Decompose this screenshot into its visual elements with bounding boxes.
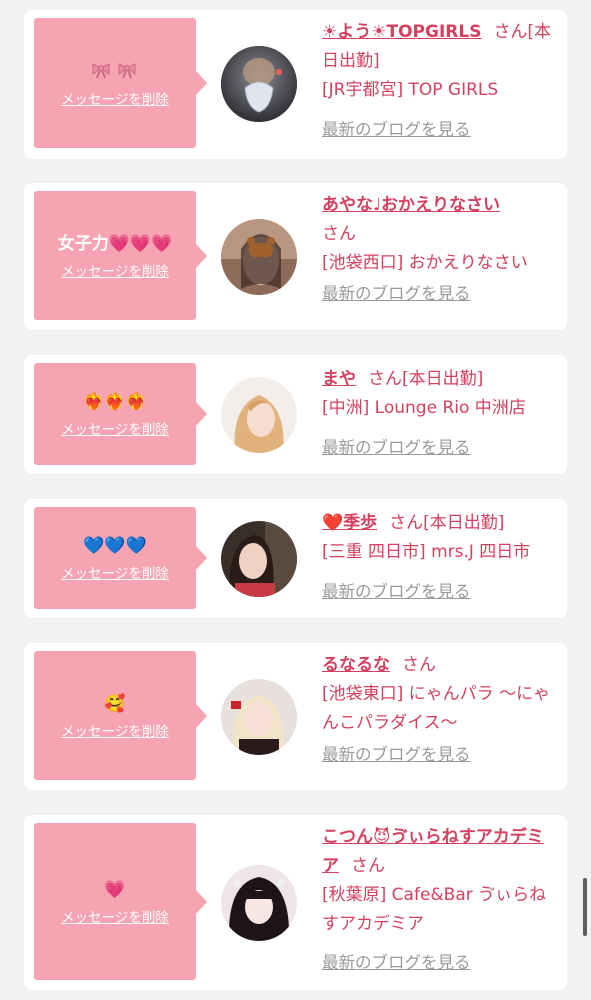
- favorite-card: 💗 メッセージを削除 こつん😈ゔぃらねすアカデミア さん [秋葉原] Cafe&B…: [24, 815, 567, 990]
- avatar[interactable]: [221, 377, 297, 453]
- scrollbar[interactable]: [583, 878, 587, 936]
- delete-message-link[interactable]: メッセージを削除: [61, 720, 169, 740]
- message-bubble: ❤️‍🔥❤️‍🔥❤️‍🔥 メッセージを削除: [34, 363, 207, 465]
- message-text: 女子力💗💗💗: [57, 233, 173, 254]
- message-bubble: 💙💙💙 メッセージを削除: [34, 507, 207, 609]
- latest-blog-link[interactable]: 最新のブログを見る: [322, 948, 471, 977]
- cast-info: まや さん[本日出勤] [中洲] Lounge Rio 中洲店 最新のブログを見る: [322, 365, 559, 463]
- delete-message-link[interactable]: メッセージを削除: [61, 906, 169, 926]
- message-emoji: [89, 58, 141, 84]
- cast-info: こつん😈ゔぃらねすアカデミア さん [秋葉原] Cafe&Bar ゔぃらねすアカデ…: [322, 823, 559, 978]
- message-bubble: 💗 メッセージを削除: [34, 823, 207, 980]
- shop-name: [JR宇都宮] TOP GIRLS: [322, 80, 499, 100]
- shop-name: [中洲] Lounge Rio 中洲店: [322, 398, 526, 418]
- latest-blog-link[interactable]: 最新のブログを見る: [322, 279, 471, 308]
- message-bubble: 女子力💗💗💗 メッセージを削除: [34, 191, 207, 320]
- cast-name-link[interactable]: あやな♩おかえりなさい: [322, 195, 500, 215]
- cast-info: るなるな さん [池袋東口] にゃんパラ 〜にゃんこパラダイス〜 最新のブログを見…: [322, 651, 559, 770]
- message-text: 💗: [104, 879, 126, 900]
- favorite-card: 🥰 メッセージを削除 るなるな さん [池袋東口] にゃんパラ 〜にゃんこパラダイ…: [24, 643, 567, 790]
- avatar[interactable]: [221, 219, 297, 295]
- message-text: 💙💙💙: [83, 536, 147, 556]
- message-bubble: メッセージを削除: [34, 18, 207, 148]
- favorite-card: ❤️‍🔥❤️‍🔥❤️‍🔥 メッセージを削除 まや さん[本日出勤] [中洲] Lo…: [24, 355, 567, 474]
- shop-name: [池袋東口] にゃんパラ 〜にゃんこパラダイス〜: [322, 684, 551, 733]
- honorific-label: さん: [322, 224, 356, 244]
- latest-blog-link[interactable]: 最新のブログを見る: [322, 433, 471, 462]
- message-bubble: 🥰 メッセージを削除: [34, 651, 207, 780]
- avatar[interactable]: [221, 679, 297, 755]
- favorite-card: 💙💙💙 メッセージを削除 ❤️季歩 さん[本日出勤] [三重 四日市] mrs.J…: [24, 499, 567, 618]
- honorific-label: さん: [351, 856, 385, 876]
- delete-message-link[interactable]: メッセージを削除: [61, 260, 169, 280]
- favorite-card: メッセージを削除 ☀よう☀TOPGIRLS さん[本日出勤] [JR宇都宮] TO…: [24, 10, 567, 159]
- latest-blog-link[interactable]: 最新のブログを見る: [322, 740, 471, 769]
- shop-name: [三重 四日市] mrs.J 四日市: [322, 542, 531, 562]
- cast-name-link[interactable]: まや: [322, 369, 356, 389]
- latest-blog-link[interactable]: 最新のブログを見る: [322, 115, 471, 144]
- cast-info: ❤️季歩 さん[本日出勤] [三重 四日市] mrs.J 四日市 最新のブログを見…: [322, 509, 559, 607]
- shop-name: [池袋西口] おかえりなさい: [322, 253, 528, 273]
- favorite-card: 女子力💗💗💗 メッセージを削除 あやな♩おかえりなさい さん [池袋西口] おか…: [24, 183, 567, 330]
- delete-message-link[interactable]: メッセージを削除: [61, 418, 169, 438]
- avatar[interactable]: [221, 521, 297, 597]
- delete-message-link[interactable]: メッセージを削除: [61, 88, 169, 108]
- cast-name-link[interactable]: ❤️季歩: [322, 513, 377, 533]
- avatar[interactable]: [221, 46, 297, 122]
- cast-name-link[interactable]: ☀よう☀TOPGIRLS: [322, 22, 481, 42]
- honorific-label: さん[本日出勤]: [389, 513, 505, 533]
- cast-info: あやな♩おかえりなさい さん [池袋西口] おかえりなさい 最新のブログを見る: [322, 191, 559, 309]
- delete-message-link[interactable]: メッセージを削除: [61, 562, 169, 582]
- ribbon-icon: [92, 63, 136, 79]
- avatar[interactable]: [221, 865, 297, 941]
- shop-name: [秋葉原] Cafe&Bar ゔぃらねすアカデミア: [322, 885, 547, 934]
- latest-blog-link[interactable]: 最新のブログを見る: [322, 577, 471, 606]
- cast-name-link[interactable]: るなるな: [322, 655, 390, 675]
- honorific-label: さん: [402, 655, 436, 675]
- message-text: ❤️‍🔥❤️‍🔥❤️‍🔥: [83, 392, 147, 412]
- message-text: 🥰: [104, 693, 126, 714]
- cast-info: ☀よう☀TOPGIRLS さん[本日出勤] [JR宇都宮] TOP GIRLS 最…: [322, 18, 559, 145]
- honorific-label: さん[本日出勤]: [368, 369, 484, 389]
